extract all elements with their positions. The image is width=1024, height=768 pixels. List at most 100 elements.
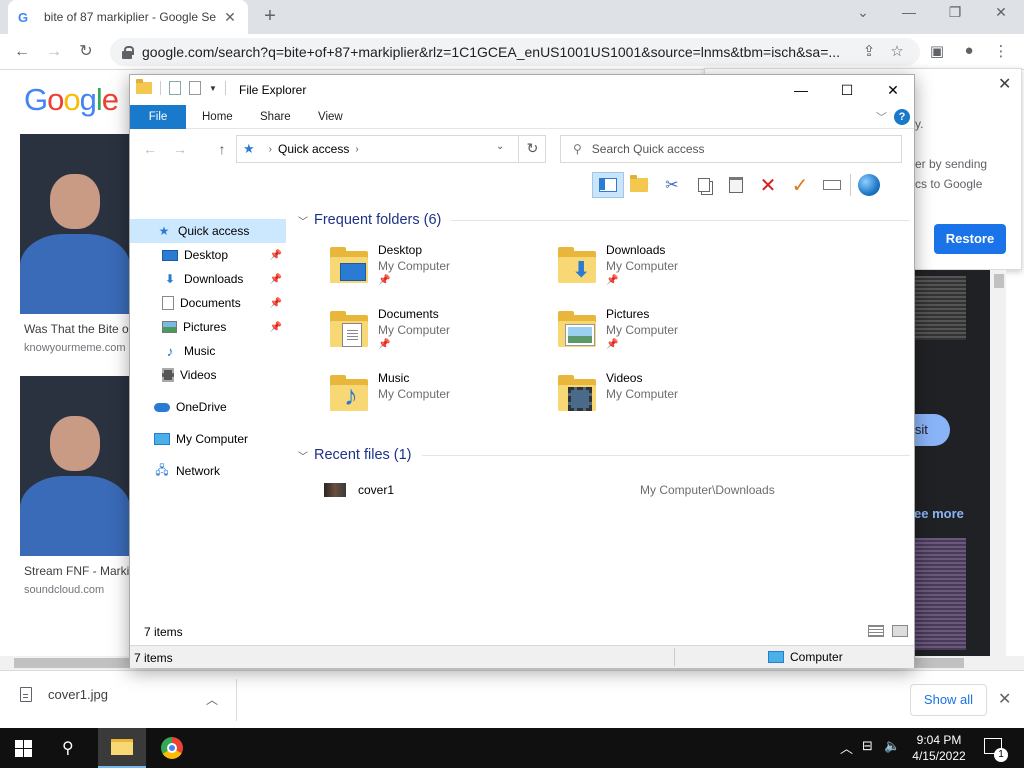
tab-home[interactable]: Home [188, 105, 247, 129]
download-filename[interactable]: cover1.jpg [48, 687, 108, 702]
expand-ribbon-chevron-icon[interactable]: ﹀ [876, 109, 887, 125]
recent-files-header[interactable]: ﹀ Recent files (1) [298, 444, 910, 466]
result-caption[interactable]: Stream FNF - Marki [24, 564, 134, 578]
taskbar-file-explorer[interactable] [98, 728, 146, 768]
cut-button[interactable]: ✂ [656, 172, 688, 198]
see-more-link[interactable]: ee more [914, 506, 964, 521]
refresh-icon[interactable]: ↻ [518, 135, 546, 163]
search-input[interactable] [591, 142, 882, 156]
close-tab-icon[interactable]: ✕ [222, 9, 238, 26]
rename-button[interactable] [816, 172, 848, 198]
result-thumbnail[interactable] [20, 134, 130, 314]
folder-tile-music[interactable]: ♪ Music My Computer [330, 371, 550, 427]
nav-item-videos[interactable]: Videos [130, 363, 286, 387]
breadcrumb[interactable]: Quick access [278, 142, 349, 156]
chevron-right-icon[interactable]: › [269, 144, 272, 155]
frequent-folders-header[interactable]: ﹀ Frequent folders (6) [298, 209, 910, 231]
menu-kebab-icon[interactable]: ⋮ [992, 42, 1010, 60]
network-icon[interactable]: ⊟ [862, 738, 873, 754]
image-result[interactable]: Stream FNF - Marki soundcloud.com [14, 376, 134, 596]
tab-share[interactable]: Share [246, 105, 305, 129]
chevron-up-icon[interactable]: ︿ [840, 738, 853, 757]
title-bar[interactable]: ▼ File Explorer — ☐ ✕ [130, 75, 914, 105]
search-icon[interactable]: ⚲ [62, 738, 74, 758]
tab-search-chevron-icon[interactable]: ⌄ [840, 4, 886, 26]
url-text[interactable]: google.com/search?q=bite+of+87+markiplie… [142, 44, 910, 60]
maximize-button[interactable]: ☐ [824, 75, 870, 105]
customize-dropdown-icon[interactable]: ▼ [209, 84, 217, 93]
close-button[interactable]: ✕ [870, 75, 916, 105]
forward-arrow-icon[interactable]: → [44, 42, 64, 62]
nav-item-onedrive[interactable]: OneDrive [130, 395, 286, 419]
chevron-down-icon[interactable]: ﹀ [298, 448, 314, 463]
folder-tile-desktop[interactable]: Desktop My Computer 📌 [330, 243, 550, 299]
tab-file[interactable]: File [130, 105, 186, 129]
properties-icon[interactable] [169, 81, 181, 95]
navigation-pane-button[interactable] [592, 172, 624, 198]
address-dropdown-icon[interactable]: ⌄ [496, 141, 504, 152]
visit-button[interactable]: isit [910, 414, 950, 446]
paste-button[interactable] [720, 172, 752, 198]
tab-view[interactable]: View [304, 105, 357, 129]
new-folder-icon[interactable] [189, 81, 201, 95]
image-result[interactable]: Was That the Bite o knowyourmeme.com [14, 134, 134, 354]
folder-tile-videos[interactable]: Videos My Computer [558, 371, 778, 427]
related-thumbnail[interactable] [914, 276, 966, 340]
new-tab-button[interactable]: + [260, 6, 280, 26]
search-box[interactable]: ⚲ [560, 135, 902, 163]
back-arrow-icon[interactable]: ← [12, 42, 32, 62]
google-logo[interactable]: Google [24, 82, 119, 118]
restore-button[interactable]: Restore [934, 224, 1006, 254]
windows-start-icon[interactable] [15, 740, 32, 757]
minimize-button[interactable]: — [778, 75, 824, 105]
nav-item-documents[interactable]: Documents 📌 [130, 291, 286, 315]
nav-item-desktop[interactable]: Desktop 📌 [130, 243, 286, 267]
close-window-button[interactable]: ✕ [978, 4, 1024, 26]
browser-tab[interactable]: G bite of 87 markiplier - Google Se ✕ [8, 0, 248, 34]
bookmark-star-icon[interactable]: ☆ [888, 42, 906, 60]
close-shelf-icon[interactable]: ✕ [998, 689, 1011, 709]
restore-button[interactable]: ❐ [932, 4, 978, 26]
forward-arrow-icon[interactable]: → [170, 141, 190, 157]
nav-item-quick-access[interactable]: ★ Quick access [130, 219, 286, 243]
folder-tile-pictures[interactable]: Pictures My Computer 📌 [558, 307, 778, 363]
vertical-scrollbar[interactable] [990, 270, 1006, 658]
result-thumbnail[interactable] [20, 376, 130, 556]
nav-item-pictures[interactable]: Pictures 📌 [130, 315, 286, 339]
show-all-button[interactable]: Show all [910, 684, 987, 716]
address-bar[interactable]: google.com/search?q=bite+of+87+markiplie… [110, 38, 920, 66]
reload-icon[interactable]: ↻ [76, 42, 96, 62]
nav-item-my-computer[interactable]: My Computer [130, 427, 286, 451]
side-panel-icon[interactable]: ▣ [928, 42, 946, 60]
popup-close-icon[interactable]: ✕ [998, 74, 1011, 94]
back-arrow-icon[interactable]: ← [140, 141, 160, 157]
chevron-down-icon[interactable]: ﹀ [298, 213, 314, 228]
nav-item-music[interactable]: ♪ Music [130, 339, 286, 363]
help-icon[interactable]: ? [894, 109, 910, 125]
minimize-button[interactable]: — [886, 4, 932, 26]
taskbar-chrome[interactable] [148, 728, 196, 768]
delete-button[interactable]: ✕ [752, 172, 784, 198]
download-item[interactable]: cover1.jpg [20, 687, 108, 702]
profile-avatar-icon[interactable]: ● [960, 42, 978, 59]
folder-tile-downloads[interactable]: ⬇ Downloads My Computer 📌 [558, 243, 778, 299]
copy-button[interactable] [688, 172, 720, 198]
details-view-icon[interactable] [868, 625, 884, 637]
lock-icon[interactable] [120, 45, 134, 59]
up-arrow-icon[interactable]: ↑ [212, 141, 232, 157]
related-thumbnail[interactable] [914, 538, 966, 650]
recent-file-row[interactable]: cover1 My Computer\Downloads [324, 479, 884, 501]
share-icon[interactable]: ⇪ [860, 42, 878, 60]
folder-tile-documents[interactable]: Documents My Computer 📌 [330, 307, 550, 363]
check-button[interactable]: ✓ [784, 172, 816, 198]
clock[interactable]: 9:04 PM 4/15/2022 [906, 732, 972, 764]
nav-item-downloads[interactable]: ⬇ Downloads 📌 [130, 267, 286, 291]
chevron-up-icon[interactable]: ︿ [206, 691, 218, 708]
globe-button[interactable] [853, 172, 885, 198]
large-icons-view-icon[interactable] [892, 625, 908, 637]
result-caption[interactable]: Was That the Bite o [24, 322, 134, 336]
volume-icon[interactable]: 🔈 [884, 738, 900, 754]
new-folder-button[interactable]: ▼ [624, 172, 656, 198]
nav-item-network[interactable]: 🖧 Network [130, 459, 286, 483]
chevron-right-icon[interactable]: › [355, 144, 358, 155]
